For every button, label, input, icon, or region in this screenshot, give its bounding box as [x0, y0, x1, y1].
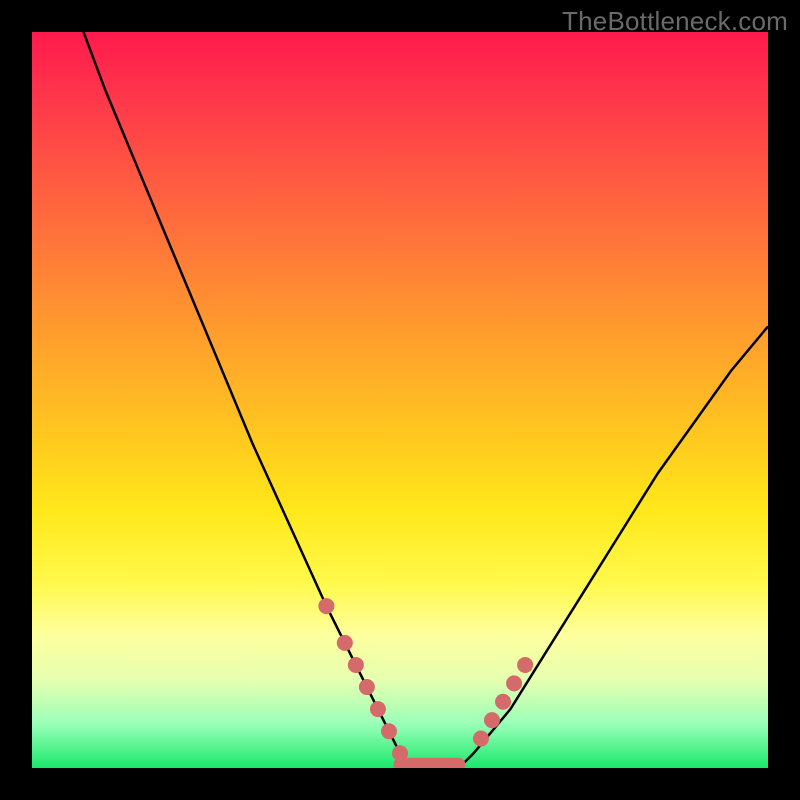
marker-dot [318, 598, 334, 614]
marker-dot [359, 679, 375, 695]
marker-dot [484, 712, 500, 728]
marker-dot [495, 694, 511, 710]
marker-dot [517, 657, 533, 673]
marker-dot [370, 701, 386, 717]
bottleneck-curve-path [84, 32, 769, 768]
marker-dot [348, 657, 364, 673]
bottleneck-curve-svg [32, 32, 768, 768]
marker-dot [381, 723, 397, 739]
marker-dot [473, 731, 489, 747]
chart-plot-area [32, 32, 768, 768]
marker-dot [337, 635, 353, 651]
marker-cluster-right [473, 657, 533, 747]
marker-dot [506, 675, 522, 691]
watermark-text: TheBottleneck.com [562, 6, 788, 37]
